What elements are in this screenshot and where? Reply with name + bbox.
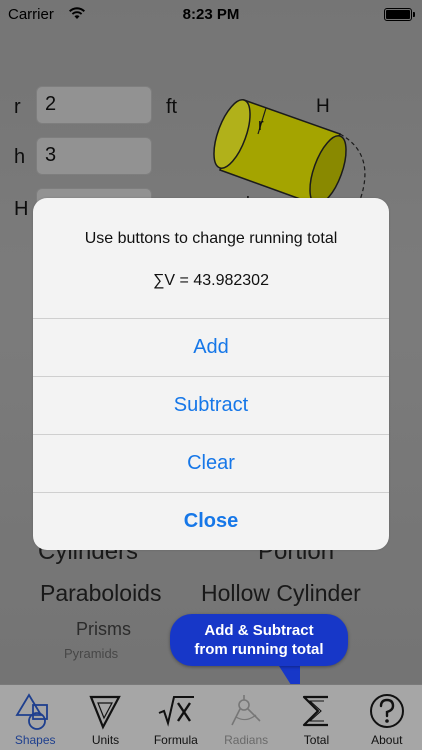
units-icon [89, 695, 122, 730]
tab-total[interactable]: Total [281, 685, 351, 750]
running-total-alert: Use buttons to change running total ∑V =… [33, 198, 389, 550]
tab-about-label: About [371, 733, 403, 747]
radians-icon [231, 695, 261, 726]
tab-formula[interactable]: Formula [141, 685, 211, 750]
subtract-button[interactable]: Subtract [33, 376, 389, 434]
running-total-value: ∑V = 43.982302 [153, 272, 269, 289]
tab-formula-label: Formula [153, 733, 198, 747]
clear-button[interactable]: Clear [33, 434, 389, 492]
alert-title: Use buttons to change running total [84, 230, 338, 247]
close-button[interactable]: Close [33, 492, 389, 550]
alert-header: Use buttons to change running total ∑V =… [33, 198, 389, 318]
tab-radians-label: Radians [224, 733, 269, 747]
tooltip-line-1: Add & Subtract [204, 622, 314, 639]
question-icon [369, 694, 404, 728]
app-screen: Carrier 8:23 PM r 2 ft h 3 H r H h Cylin… [0, 0, 422, 750]
total-tooltip: Add & Subtract from running total [170, 614, 348, 666]
sigma-icon [303, 695, 329, 727]
tab-units-label: Units [91, 733, 120, 747]
tooltip-line-2: from running total [194, 641, 324, 658]
tab-shapes[interactable]: Shapes [0, 685, 70, 750]
tab-radians[interactable]: Radians [211, 685, 281, 750]
tab-shapes-label: Shapes [14, 733, 56, 747]
shapes-icon [15, 693, 49, 730]
add-button[interactable]: Add [33, 318, 389, 376]
formula-icon [158, 696, 194, 727]
tab-about[interactable]: About [352, 685, 422, 750]
tab-bar: Shapes Units Formula Radians Total About [0, 684, 422, 750]
tab-units[interactable]: Units [70, 685, 140, 750]
tab-total-label: Total [303, 733, 330, 747]
